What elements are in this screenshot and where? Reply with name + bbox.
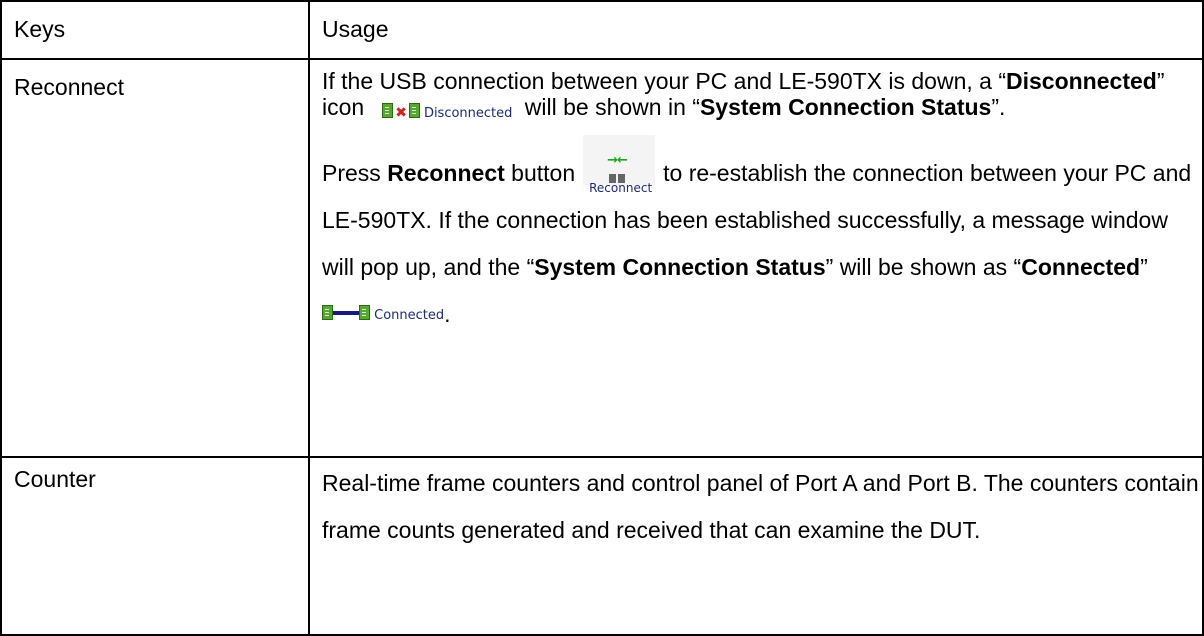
table-row-counter: Counter Real-time frame counters and con… xyxy=(0,456,1204,636)
text-fragment: will be shown in “ xyxy=(524,94,700,120)
text-fragment: ” xyxy=(1140,254,1148,280)
text-fragment: . xyxy=(444,301,451,327)
reconnect-paragraph-2: Press Reconnect button →← Reconnect to re-e… xyxy=(322,135,1202,339)
plug-icon xyxy=(408,103,420,118)
reconnect-key: Reconnect xyxy=(14,74,124,100)
disconnected-icon-label: Disconnected xyxy=(423,106,513,121)
connected-icon-label: Connected xyxy=(374,308,445,323)
x-icon: ✖ xyxy=(395,105,407,121)
header-usage: Usage xyxy=(322,16,389,42)
text-fragment: Press xyxy=(322,160,388,186)
header-keys: Keys xyxy=(14,16,66,42)
text-fragment: ”. xyxy=(991,94,1006,120)
reconnect-key-cell: Reconnect xyxy=(0,58,310,458)
header-keys-cell: Keys xyxy=(0,0,310,60)
bold-system-connection-status: System Connection Status xyxy=(534,254,826,280)
bold-connected: Connected xyxy=(1021,254,1141,280)
text-fragment: button xyxy=(504,160,576,186)
plug-icon xyxy=(359,305,370,320)
reconnect-paragraph-1: If the USB connection between your PC an… xyxy=(322,60,1202,127)
reconnect-usage-cell: If the USB connection between your PC an… xyxy=(308,58,1204,458)
counter-usage-text: Real-time frame counters and control pan… xyxy=(322,470,1199,543)
header-usage-cell: Usage xyxy=(308,0,1204,60)
counter-key: Counter xyxy=(14,466,96,492)
table-header-row: Keys Usage xyxy=(0,0,1204,60)
plugs-icon xyxy=(609,152,629,183)
reconnect-icon-label: Reconnect xyxy=(589,181,653,195)
text-fragment: If the USB connection between your PC an… xyxy=(322,68,1006,94)
bold-system-connection-status: System Connection Status xyxy=(699,94,992,120)
connected-icon: Connected xyxy=(322,292,444,339)
plug-icon xyxy=(382,103,394,118)
plug-icon xyxy=(322,305,333,320)
counter-usage-cell: Real-time frame counters and control pan… xyxy=(308,456,1204,636)
bold-reconnect: Reconnect xyxy=(387,160,505,186)
counter-key-cell: Counter xyxy=(0,456,310,636)
wire-icon xyxy=(332,311,360,315)
text-fragment: ” will be shown as “ xyxy=(825,254,1022,280)
table-row-reconnect: Reconnect If the USB connection between … xyxy=(0,58,1204,458)
bold-disconnected: Disconnected xyxy=(1006,68,1157,94)
reconnect-button-icon: →← Reconnect xyxy=(583,135,656,195)
keys-usage-table: Keys Usage Reconnect If the USB connecti… xyxy=(0,0,1204,636)
disconnected-icon: ✖ Disconnected xyxy=(382,100,512,127)
